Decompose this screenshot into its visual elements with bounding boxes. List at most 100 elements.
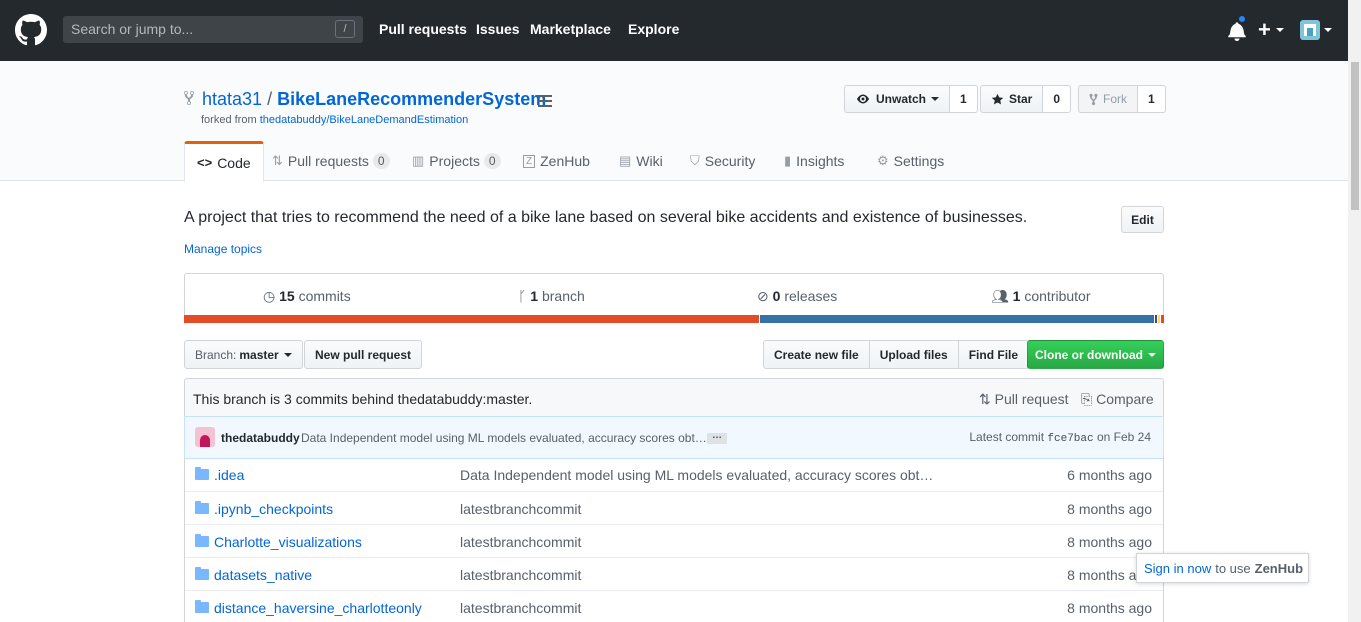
github-logo-icon[interactable] [15,14,47,46]
global-header: Search or jump to... / Pull requests Iss… [0,0,1348,61]
language-segment [759,315,1155,323]
branch-label: branch [541,288,585,304]
releases-summary[interactable]: ⊘ 0 releases [757,288,837,305]
tab-zenhub[interactable]: Z ZenHub [523,141,590,181]
releases-count: 0 [772,288,781,304]
git-pull-request-icon: ⇅ [272,153,283,168]
chevron-down-icon [1148,352,1156,357]
shield-icon: ⛉ [690,153,700,168]
contributors-summary[interactable]: 👥︎ 1 contributor [991,288,1091,305]
clone-label: Clone or download [1035,347,1143,362]
page-scrollbar[interactable] [1348,0,1361,622]
unwatch-button[interactable]: Unwatch [844,85,951,113]
fork-button[interactable]: Fork [1078,85,1138,113]
nav-issues[interactable]: Issues [476,21,520,37]
scrollbar-thumb[interactable] [1351,62,1359,210]
file-commit-message[interactable]: Data Independent model using ML models e… [460,467,933,483]
graph-icon: ▮ [784,153,792,168]
new-pull-request-button[interactable]: New pull request [304,340,423,369]
commits-count: 15 [279,288,295,304]
star-count[interactable]: 0 [1043,85,1072,113]
project-icon: ▥ [412,153,425,168]
chevron-down-icon [931,97,940,101]
tab-insights-label: Insights [796,153,845,169]
table-row: datasets_native latestbranchcommit 8 mon… [185,557,1163,590]
compare-link[interactable]: ⎘ Compare [1081,391,1154,408]
create-new-file-button[interactable]: Create new file [763,340,870,369]
file-name-link[interactable]: Charlotte_visualizations [214,534,362,550]
file-commit-message[interactable]: latestbranchcommit [460,501,581,517]
fork-count[interactable]: 1 [1138,85,1166,113]
file-commit-message[interactable]: latestbranchcommit [460,567,581,583]
fork-group: Fork 1 [1078,85,1166,113]
nav-explore[interactable]: Explore [628,21,679,37]
repo-name-link[interactable]: BikeLaneRecommenderSystem [277,89,546,109]
repo-description: A project that tries to recommend the ne… [184,209,1028,226]
git-pull-request-icon: ⇅ [979,391,991,407]
zenhub-brand: ZenHub [1254,560,1304,576]
branch-infobar: This branch is 3 commits behind thedatab… [184,378,1164,417]
commit-sha-link[interactable]: fce7bac [1047,433,1093,445]
table-row: distance_haversine_charlotteonly latestb… [185,590,1163,622]
language-bar[interactable] [184,315,1164,323]
file-age: 8 months ago [1067,534,1152,550]
branch-select-label: Branch: [195,347,237,362]
file-name-link[interactable]: .idea [214,467,244,483]
avatar[interactable] [195,427,215,447]
chevron-down-icon[interactable] [1276,28,1284,32]
zenhub-signin-link[interactable]: Sign in now [1144,561,1211,576]
upload-files-button[interactable]: Upload files [868,340,959,369]
bell-icon[interactable] [1228,21,1246,41]
nav-pull-requests[interactable]: Pull requests [379,21,467,37]
expand-commit-button[interactable]: … [707,431,727,444]
tab-code[interactable]: <> Code [184,141,264,182]
star-label: Star [1009,92,1033,106]
edit-description-button[interactable]: Edit [1121,206,1164,233]
file-name-link[interactable]: .ipynb_checkpoints [214,501,333,517]
tag-icon: ⊘ [757,288,769,304]
language-segment [184,315,759,323]
gear-icon: ⚙ [877,153,889,168]
folder-icon [195,600,209,613]
file-commit-message[interactable]: latestbranchcommit [460,600,581,616]
tab-wiki[interactable]: ▤ Wiki [619,141,663,181]
folder-icon [195,567,209,580]
pull-request-label: Pull request [994,391,1069,407]
file-name-link[interactable]: distance_haversine_charlotteonly [214,600,422,616]
clone-or-download-button[interactable]: Clone or download [1027,340,1164,369]
file-name-link[interactable]: datasets_native [214,567,312,583]
forked-from-link[interactable]: thedatabuddy/BikeLaneDemandEstimation [260,114,469,126]
find-file-button[interactable]: Find File [957,340,1030,369]
tab-projects[interactable]: ▥ Projects 0 [412,141,501,181]
pull-request-link[interactable]: ⇅ Pull request [979,391,1069,408]
file-age: 8 months ago [1067,501,1152,517]
branch-summary[interactable]: ᚴ 1 branch [518,288,585,304]
star-button[interactable]: Star [980,85,1044,113]
search-input[interactable]: Search or jump to... / [63,16,363,43]
manage-topics-link[interactable]: Manage topics [184,242,262,256]
compare-label: Compare [1096,391,1154,407]
branch-count: 1 [530,288,539,304]
branch-select-button[interactable]: Branch: master [184,340,303,369]
commits-summary[interactable]: ◷ 15 commits [263,288,351,305]
nav-marketplace[interactable]: Marketplace [530,21,611,37]
code-icon: <> [197,155,213,170]
hamburger-icon[interactable] [538,95,552,110]
tab-security-label: Security [704,153,756,169]
tab-security[interactable]: ⛉ Security [690,141,755,181]
plus-icon[interactable]: + [1258,17,1271,43]
tab-pull-requests[interactable]: ⇅ Pull requests 0 [272,141,390,181]
file-commit-message[interactable]: latestbranchcommit [460,534,581,550]
avatar[interactable] [1300,20,1320,40]
tab-settings[interactable]: ⚙ Settings [877,141,944,181]
repo-owner-link[interactable]: htata31 [202,89,262,109]
commit-author-link[interactable]: thedatabuddy [221,431,300,445]
chevron-down-icon[interactable] [1324,28,1332,32]
fork-label: Fork [1103,92,1127,106]
tab-insights[interactable]: ▮ Insights [784,141,844,181]
latest-commit-bar: thedatabuddy Data Independent model usin… [184,416,1164,459]
tab-wiki-label: Wiki [636,153,663,169]
latest-commit-label: Latest commit [969,430,1045,444]
watch-count[interactable]: 1 [950,85,978,113]
commit-message-link[interactable]: Data Independent model using ML models e… [301,431,707,445]
